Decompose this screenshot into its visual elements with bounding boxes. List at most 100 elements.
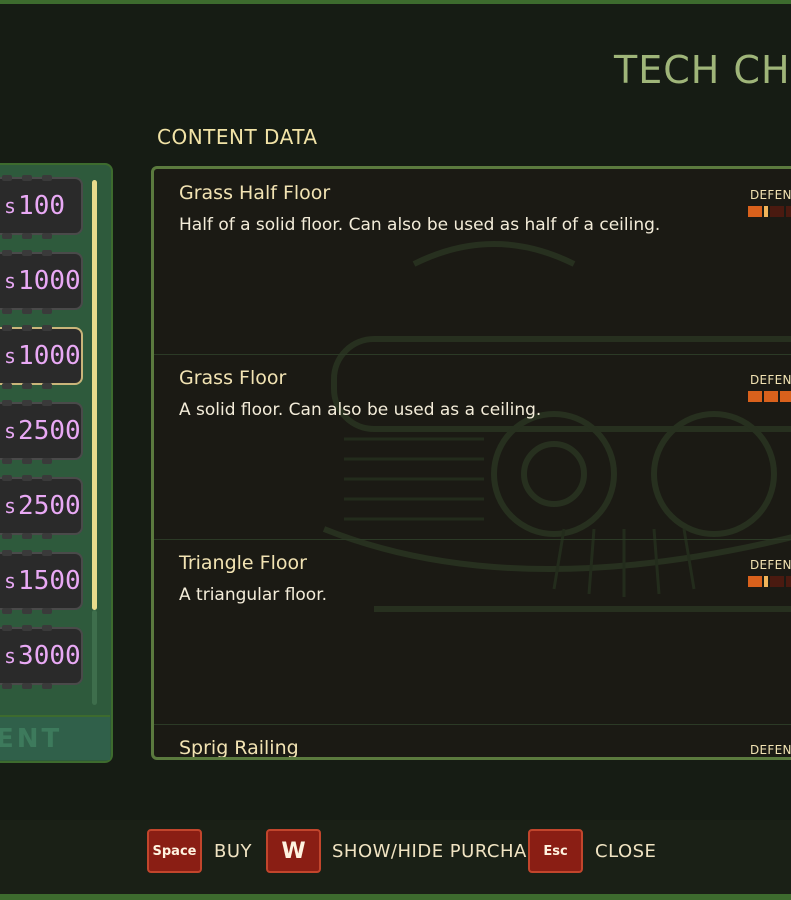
card-notch <box>2 683 12 689</box>
entry-name: Grass Floor <box>179 367 287 389</box>
bottom-frame <box>0 894 791 900</box>
buy-label: BUY <box>214 841 253 862</box>
price-value: 1500 <box>18 566 81 596</box>
price-value: 2500 <box>18 416 81 446</box>
entry-name: Sprig Railing <box>179 737 299 759</box>
card-notch <box>2 308 12 314</box>
entry-name: Triangle Floor <box>179 552 307 574</box>
content-entry[interactable]: Grass Half Floor Half of a solid floor. C… <box>154 169 791 355</box>
currency-icon: s <box>4 419 17 443</box>
card-notch <box>22 175 32 181</box>
card-notch <box>42 625 52 631</box>
card-notch <box>42 250 52 256</box>
content-entry[interactable]: Grass Floor A solid floor. Can also be us… <box>154 354 791 540</box>
price-value: 3000 <box>18 641 81 671</box>
card-notch <box>22 250 32 256</box>
price-card[interactable]: s 2500 <box>0 400 83 464</box>
card-notch <box>22 475 32 481</box>
card-notch <box>42 533 52 539</box>
card-notch <box>22 308 32 314</box>
card-notch <box>22 533 32 539</box>
defense-pip <box>770 576 784 587</box>
price-card[interactable]: s 1500 <box>0 550 83 614</box>
card-notch <box>42 550 52 556</box>
price-value: 1000 <box>18 266 81 296</box>
defense-pip <box>786 576 791 587</box>
card-notch <box>2 233 12 239</box>
defense-pip <box>770 206 784 217</box>
currency-icon: s <box>4 194 17 218</box>
card-notch <box>22 325 32 331</box>
card-notch <box>2 550 12 556</box>
defense-pip <box>748 391 762 402</box>
card-notch <box>22 625 32 631</box>
defense-label: DEFENS <box>750 373 791 387</box>
esc-key-label: Esc <box>543 843 568 859</box>
defense-pip-tip <box>764 576 768 587</box>
entry-description: A triangular floor. <box>179 585 328 605</box>
defense-meter <box>748 576 791 587</box>
price-card[interactable]: s 1000 <box>0 325 83 389</box>
defense-pip <box>780 391 791 402</box>
price-list-scrollbar-track[interactable] <box>92 610 97 705</box>
price-value: 100 <box>18 191 66 221</box>
space-key-label: Space <box>152 843 197 859</box>
card-notch <box>42 308 52 314</box>
card-notch <box>2 325 12 331</box>
currency-icon: s <box>4 644 17 668</box>
currency-icon: s <box>4 494 17 518</box>
price-card[interactable]: s 1000 <box>0 250 83 314</box>
content-data-panel: Grass Half Floor Half of a solid floor. C… <box>151 166 791 760</box>
card-notch <box>22 683 32 689</box>
defense-pip <box>748 576 762 587</box>
entry-description: Half of a solid floor. Can also be used … <box>179 215 661 235</box>
card-notch <box>2 383 12 389</box>
close-label: CLOSE <box>595 841 657 862</box>
price-value: 1000 <box>18 341 81 371</box>
price-list-scrollbar-thumb[interactable] <box>92 180 97 610</box>
entry-description: A solid floor. Can also be used as a cei… <box>179 400 542 420</box>
defense-label: DEFENS <box>750 558 791 572</box>
panel-footer-label: ENT <box>0 715 110 760</box>
card-notch <box>22 608 32 614</box>
card-notch <box>2 250 12 256</box>
currency-icon: s <box>4 269 17 293</box>
card-notch <box>22 233 32 239</box>
card-notch <box>42 325 52 331</box>
card-notch <box>42 475 52 481</box>
currency-icon: s <box>4 569 17 593</box>
price-value: 2500 <box>18 491 81 521</box>
card-notch <box>2 625 12 631</box>
content-entry[interactable]: Triangle Floor A triangular floor. DEFENS <box>154 539 791 725</box>
card-notch <box>42 683 52 689</box>
price-card[interactable]: s 2500 <box>0 475 83 539</box>
card-notch <box>2 175 12 181</box>
content-entry[interactable]: Sprig Railing DEFENS <box>154 724 791 759</box>
card-notch <box>2 608 12 614</box>
card-notch <box>2 475 12 481</box>
card-notch <box>2 458 12 464</box>
w-key-button[interactable]: W <box>266 829 321 873</box>
price-card[interactable]: s 100 <box>0 175 83 239</box>
section-title: CONTENT DATA <box>157 125 318 149</box>
card-notch <box>42 383 52 389</box>
card-notch <box>22 383 32 389</box>
card-notch <box>22 550 32 556</box>
defense-label: DEFENS <box>750 743 791 757</box>
card-notch <box>42 458 52 464</box>
defense-pip-tip <box>764 206 768 217</box>
card-notch <box>22 458 32 464</box>
defense-pip <box>786 206 791 217</box>
page-title: TECH CH <box>614 48 791 92</box>
entry-name: Grass Half Floor <box>179 182 331 204</box>
price-card[interactable]: s 3000 <box>0 625 83 689</box>
esc-key-button[interactable]: Esc <box>528 829 583 873</box>
card-notch <box>42 608 52 614</box>
card-notch <box>2 533 12 539</box>
defense-meter <box>748 206 791 217</box>
defense-pip <box>764 391 778 402</box>
card-notch <box>2 400 12 406</box>
card-notch <box>22 400 32 406</box>
space-key-button[interactable]: Space <box>147 829 202 873</box>
card-notch <box>42 175 52 181</box>
